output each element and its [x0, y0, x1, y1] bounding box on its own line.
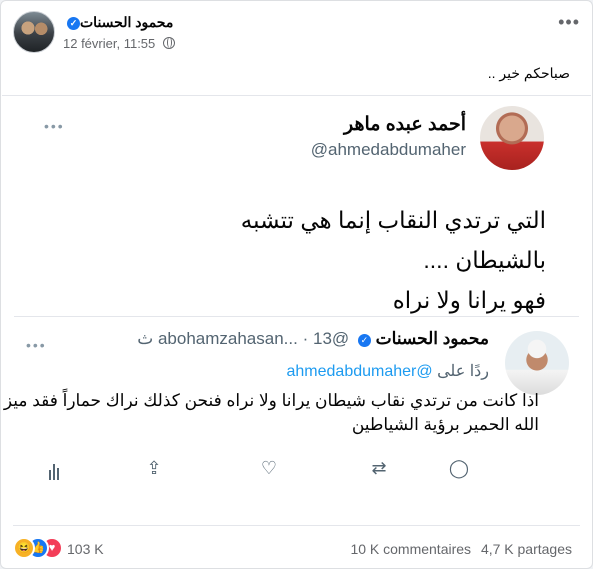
divider — [13, 525, 580, 526]
tweet-author-avatar — [480, 106, 544, 170]
post-header: محمود الحسنات✓ 12 février, 11:55 ••• — [13, 11, 580, 55]
tweet-more-icon: ••• — [44, 118, 65, 134]
reply-icon: ◯ — [448, 458, 470, 478]
replying-to: ردًا على @ahmedabdumaher — [287, 361, 490, 381]
author-avatar[interactable] — [13, 11, 55, 53]
haha-reaction-icon: 😆 — [13, 537, 35, 559]
reactions-count[interactable]: 103 K — [67, 541, 104, 557]
separator-dot: · — [302, 329, 309, 348]
verified-badge-icon: ✓ — [357, 334, 371, 347]
tweet-author-name: أحمد عبده ماهر — [343, 114, 466, 135]
quoted-reply: محمود الحسنات ✓ @abohamzahasan... · 13 ث… — [4, 316, 579, 475]
stats-icon — [42, 456, 66, 480]
comments-count[interactable]: 10 K commentaires — [350, 541, 471, 557]
post-stats: 10 K commentaires 4,7 K partages — [344, 541, 572, 557]
reply-more-icon: ••• — [26, 337, 47, 353]
reply-header: محمود الحسنات ✓ @abohamzahasan... · 13 ث — [137, 329, 489, 349]
author-name[interactable]: محمود الحسنات — [80, 14, 173, 30]
tweet-text: التي ترتدي النقاب إنما هي تتشبه بالشيطان… — [126, 200, 546, 320]
reply-author-name: محمود الحسنات — [375, 329, 489, 348]
tweet-screenshot[interactable]: ••• أحمد عبده ماهر @ahmedabdumaher التي … — [2, 95, 591, 516]
tweet-line: فهو يرانا ولا نراه — [392, 287, 546, 313]
more-options-button[interactable]: ••• — [558, 13, 580, 31]
shares-count[interactable]: 4,7 K partages — [481, 541, 572, 557]
reply-text: اذا كانت من ترتدي نقاب شيطان يرانا ولا ن… — [3, 391, 539, 434]
tweet-line: بالشيطان .... — [423, 247, 546, 273]
replying-to-label: ردًا على — [437, 363, 489, 380]
reply-author-avatar — [505, 331, 569, 395]
post-date[interactable]: 12 février, 11:55 — [63, 36, 155, 51]
share-icon: ⇪ — [146, 458, 162, 478]
post-author[interactable]: محمود الحسنات✓ — [63, 14, 173, 31]
globe-icon[interactable] — [162, 37, 175, 49]
tweet-actions: ⇪ ♡ ⇄ ◯ — [22, 456, 491, 480]
post-text: صباحكم خير .. — [487, 65, 570, 81]
tweet-line: التي ترتدي النقاب إنما هي تتشبه — [240, 207, 546, 233]
replying-to-handle: @ahmedabdumaher — [286, 363, 433, 380]
facebook-post-card: محمود الحسنات✓ 12 février, 11:55 ••• صبا… — [0, 0, 593, 569]
retweet-icon: ⇄ — [371, 458, 387, 478]
heart-icon: ♡ — [260, 458, 278, 478]
post-meta: 12 février, 11:55 — [63, 36, 175, 51]
tweet-author-handle: @ahmedabdumaher — [310, 140, 466, 159]
verified-badge-icon: ✓ — [67, 17, 80, 30]
